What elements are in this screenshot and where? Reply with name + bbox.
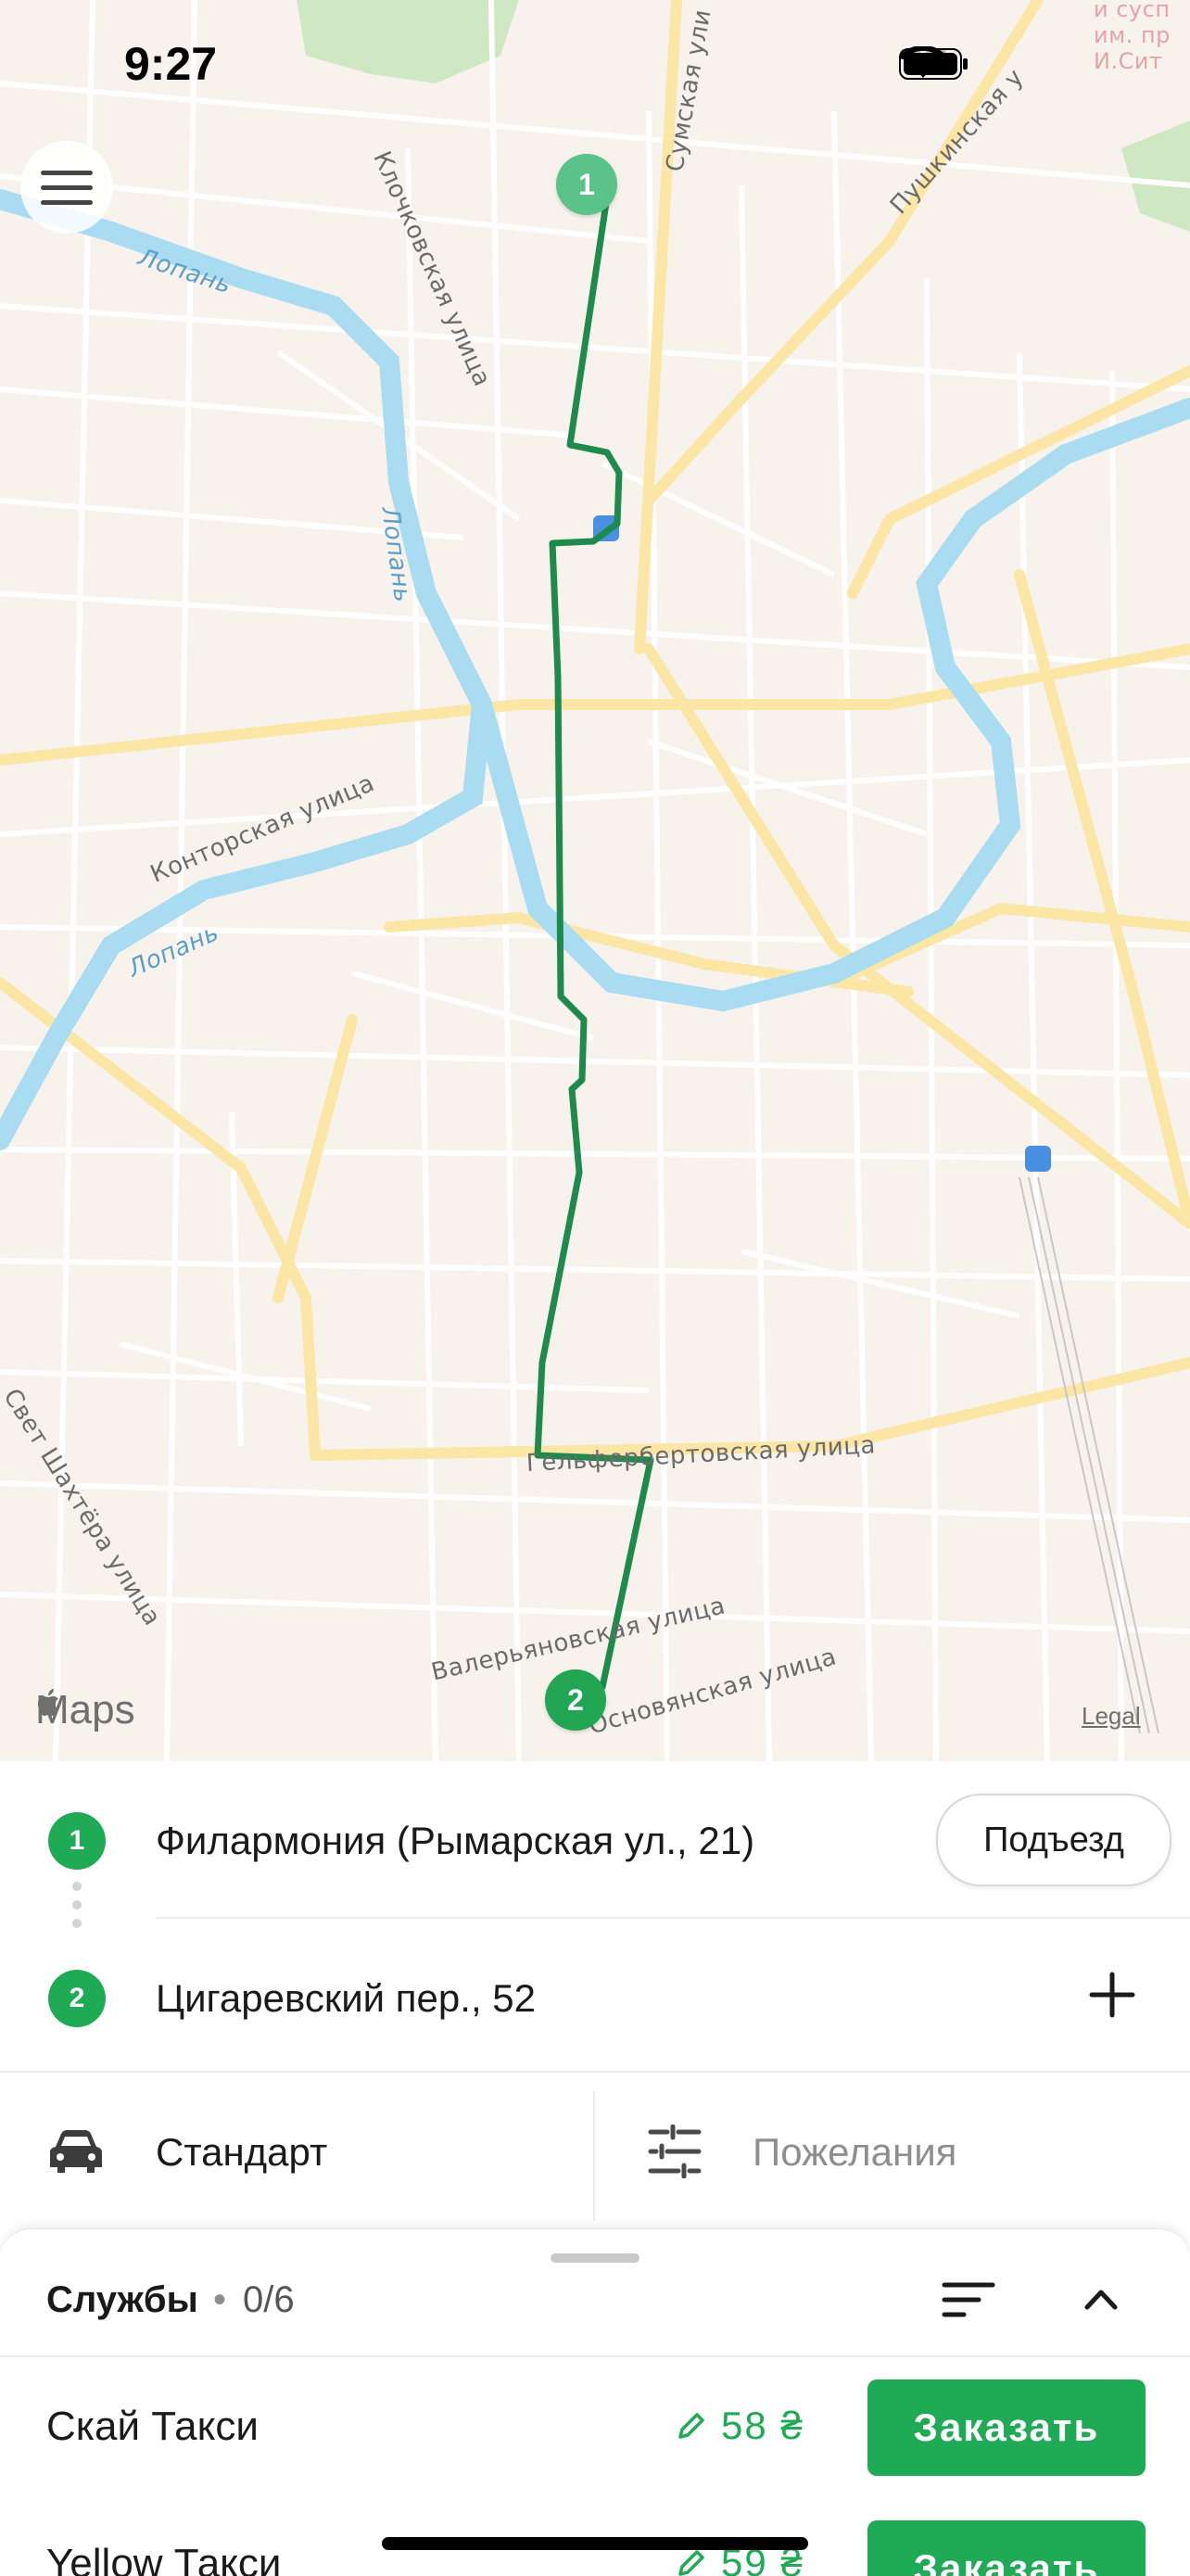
hamburger-icon-bar xyxy=(41,184,93,190)
map-view[interactable]: Сумская ули Пушкинская у Клочковская ули… xyxy=(0,0,1190,1761)
battery-icon xyxy=(899,48,968,80)
pencil-icon xyxy=(678,2413,704,2439)
wishes-selector[interactable]: Пожелания xyxy=(595,2073,1190,2230)
services-count: 0/6 xyxy=(243,2279,295,2320)
hamburger-icon-bar xyxy=(41,199,93,205)
sliders-icon xyxy=(648,2125,702,2178)
apple-maps-attribution: Maps xyxy=(35,1687,135,1733)
service-price[interactable]: 58 ₴ xyxy=(675,2404,804,2448)
hamburger-icon xyxy=(41,170,93,175)
divider xyxy=(156,1917,1190,1919)
entrance-button[interactable]: Подъезд xyxy=(936,1794,1171,1886)
map-corner-label: и сусп им. пр И.Сит xyxy=(1094,0,1171,74)
route-index-badge: 1 xyxy=(48,1812,106,1870)
route-index-badge: 2 xyxy=(48,1970,106,2027)
service-name: Yellow Такси xyxy=(46,2541,282,2576)
car-icon xyxy=(50,2130,102,2173)
car-class-selector[interactable]: Стандарт xyxy=(0,2073,593,2230)
menu-button[interactable] xyxy=(20,141,113,234)
route-point-destination[interactable]: 2 Цигаревский пер., 52 xyxy=(0,1934,1190,2063)
route-pin-end[interactable]: 2 xyxy=(545,1669,606,1731)
services-title: Службы xyxy=(46,2279,198,2320)
chevron-up-icon[interactable] xyxy=(1082,2285,1120,2313)
order-button[interactable]: Заказать xyxy=(867,2520,1146,2576)
services-sheet[interactable]: Службы • 0/6 Скай Такси 58 ₴ Заказать Ye… xyxy=(0,2228,1190,2576)
apple-logo-icon xyxy=(38,1689,58,1716)
price-value: 58 ₴ xyxy=(721,2404,804,2447)
services-count-separator: • xyxy=(213,2279,227,2320)
order-button[interactable]: Заказать xyxy=(867,2379,1146,2476)
car-class-label: Стандарт xyxy=(156,2130,328,2174)
route-connector-dots xyxy=(72,1882,82,1937)
wishes-label: Пожелания xyxy=(753,2130,957,2174)
legal-link[interactable]: Legal xyxy=(1082,1702,1141,1731)
sheet-drag-handle[interactable] xyxy=(551,2253,639,2263)
route-pin-start[interactable]: 1 xyxy=(556,154,617,215)
options-row: Стандарт Пожелания xyxy=(0,2073,1190,2230)
pickup-address[interactable]: Филармония (Рымарская ул., 21) xyxy=(156,1819,754,1863)
service-row[interactable]: Скай Такси 58 ₴ Заказать xyxy=(0,2357,1190,2496)
pencil-icon xyxy=(678,2550,704,2576)
destination-address[interactable]: Цигаревский пер., 52 xyxy=(156,1976,536,2021)
service-name: Скай Такси xyxy=(46,2404,259,2449)
home-indicator[interactable] xyxy=(382,2537,808,2550)
sort-icon[interactable] xyxy=(942,2281,995,2318)
plus-icon[interactable] xyxy=(1084,1967,1140,2023)
status-time: 9:27 xyxy=(124,38,218,90)
